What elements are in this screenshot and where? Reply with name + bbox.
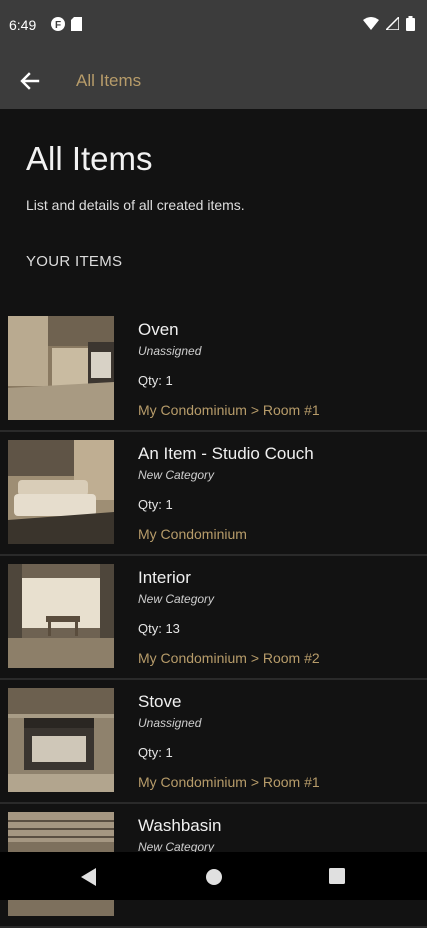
page-subtitle: List and details of all created items. <box>26 197 245 213</box>
list-item[interactable]: Oven Unassigned Qty: 1 My Condominium > … <box>0 308 427 432</box>
back-button[interactable] <box>17 68 43 94</box>
item-thumbnail <box>8 316 114 420</box>
svg-text:F: F <box>55 20 61 31</box>
items-list: Oven Unassigned Qty: 1 My Condominium > … <box>0 308 427 928</box>
item-thumbnail <box>8 564 114 668</box>
app-bar: All Items <box>0 52 427 109</box>
item-quantity: Qty: 1 <box>138 745 173 760</box>
status-time: 6:49 <box>9 17 37 33</box>
system-nav-bar <box>0 852 427 900</box>
wifi-icon <box>363 17 379 30</box>
item-name: An Item - Studio Couch <box>138 444 314 463</box>
item-category: New Category <box>138 468 215 482</box>
item-location: My Condominium > Room #2 <box>138 650 320 666</box>
nav-back-icon[interactable] <box>81 868 97 886</box>
item-quantity: Qty: 13 <box>138 621 180 636</box>
item-category: Unassigned <box>138 344 202 358</box>
item-category: New Category <box>138 592 215 606</box>
battery-icon <box>406 16 415 31</box>
app-notification-icon: F <box>51 17 65 31</box>
appbar-title: All Items <box>76 71 142 90</box>
item-category: Unassigned <box>138 716 202 730</box>
nav-recents-icon[interactable] <box>329 868 345 884</box>
arrow-left-icon <box>20 72 40 90</box>
item-quantity: Qty: 1 <box>138 373 173 388</box>
item-thumbnail <box>8 440 114 544</box>
item-name: Oven <box>138 320 179 339</box>
page-title: All Items <box>26 140 153 177</box>
item-location: My Condominium > Room #1 <box>138 774 320 790</box>
item-name: Washbasin <box>138 816 222 835</box>
item-name: Stove <box>138 692 182 711</box>
item-quantity: Qty: 1 <box>138 497 173 512</box>
item-location: My Condominium <box>138 526 247 542</box>
section-label: YOUR ITEMS <box>26 253 123 270</box>
item-name: Interior <box>138 568 191 587</box>
item-location: My Condominium > Room #1 <box>138 402 320 418</box>
status-system-icons <box>363 16 415 31</box>
list-item[interactable]: Interior New Category Qty: 13 My Condomi… <box>0 556 427 680</box>
nav-home-icon[interactable] <box>205 868 223 886</box>
list-item[interactable]: Stove Unassigned Qty: 1 My Condominium >… <box>0 680 427 804</box>
sd-card-icon <box>71 17 82 31</box>
status-bar: 6:49 F <box>0 0 427 52</box>
list-item[interactable]: An Item - Studio Couch New Category Qty:… <box>0 432 427 556</box>
item-thumbnail <box>8 688 114 792</box>
signal-icon <box>386 17 399 30</box>
status-notification-icons: F <box>51 17 82 31</box>
